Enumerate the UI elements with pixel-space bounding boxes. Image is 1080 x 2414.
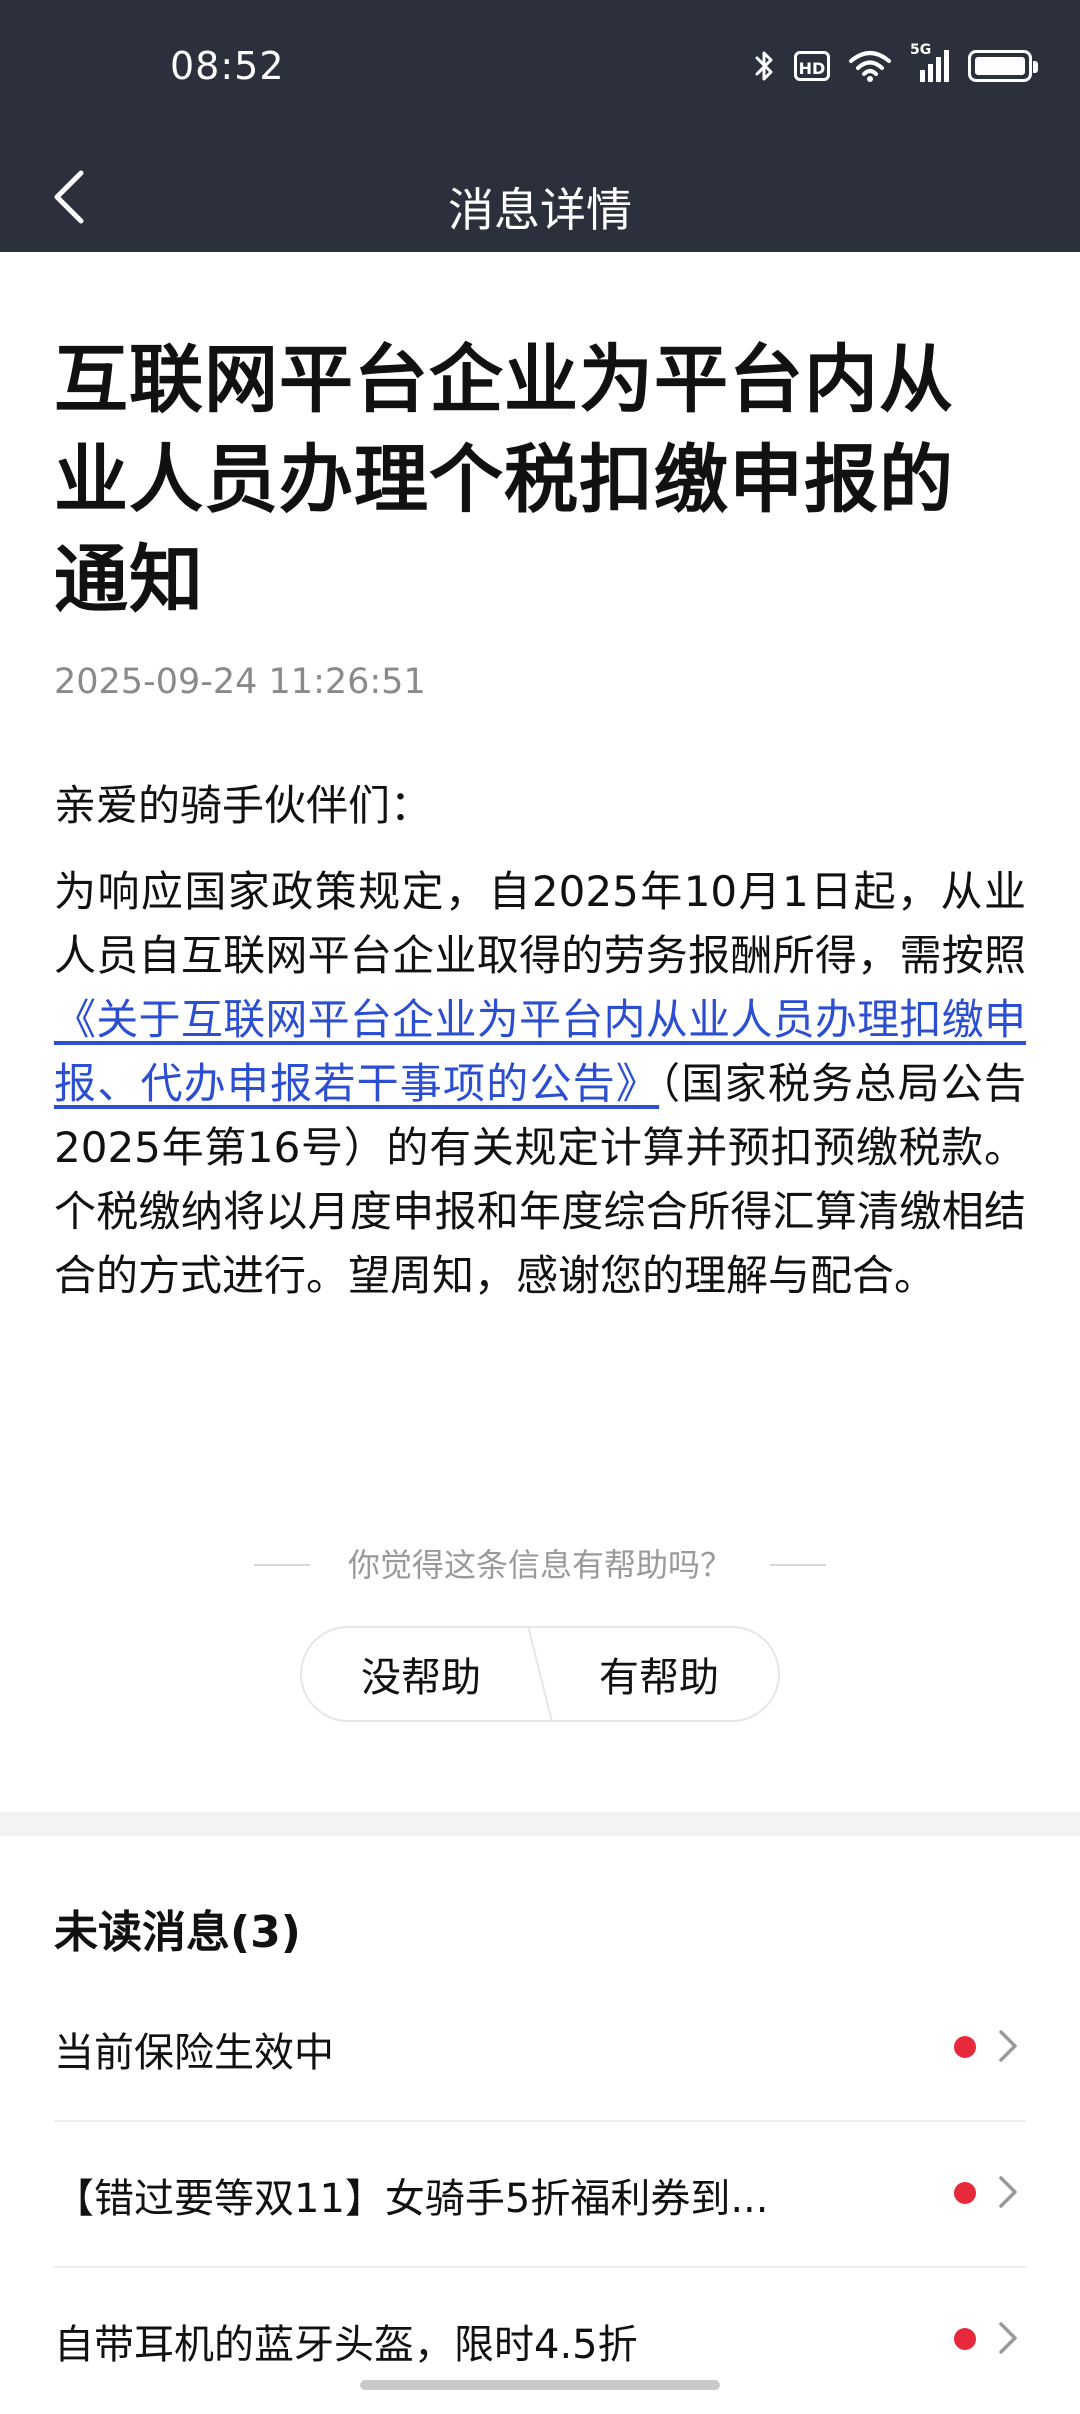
unread-message-text: 当前保险生效中	[54, 2030, 334, 2076]
nav-bar: 消息详情	[0, 140, 1080, 252]
article: 互联网平台企业为平台内从业人员办理个税扣缴申报的通知 2025-09-24 11…	[54, 330, 1026, 1308]
hd-icon: HD	[794, 51, 830, 81]
unread-dot-icon	[954, 2328, 976, 2350]
unread-title: 未读消息(3)	[54, 1907, 301, 1958]
article-date: 2025-09-24 11:26:51	[54, 662, 426, 702]
feedback-separator-slash	[527, 1626, 553, 1722]
top-bar: 08:52 HD 5G 消息详情	[0, 0, 1080, 252]
chevron-right-icon	[999, 2030, 1017, 2062]
article-title: 互联网平台企业为平台内从业人员办理个税扣缴申报的通知	[54, 337, 954, 623]
feedback-section: 你觉得这条信息有帮助吗？ 没帮助 有帮助	[0, 1540, 1080, 1760]
unread-dot-icon	[954, 2182, 976, 2204]
feedback-question: 你觉得这条信息有帮助吗？	[347, 1546, 732, 1584]
status-bar: 08:52 HD 5G	[0, 0, 1080, 140]
section-separator	[0, 1812, 1080, 1836]
bluetooth-icon	[755, 51, 773, 81]
wifi-icon	[849, 51, 891, 82]
helpful-button[interactable]: 有帮助	[540, 1626, 780, 1722]
article-body-start: 为响应国家政策规定，自2025年10月1日起，从业人员自互联网平台企业取得的劳务…	[54, 867, 1026, 980]
unread-message-item[interactable]: 【错过要等双11】女骑手5折福利券到...	[54, 2122, 1026, 2268]
signal-icon: 5G	[910, 42, 950, 84]
unread-message-item[interactable]: 自带耳机的蓝牙头盔，限时4.5折	[54, 2268, 1026, 2414]
home-indicator[interactable]	[360, 2380, 720, 2390]
unread-message-item[interactable]: 当前保险生效中	[54, 1976, 1026, 2122]
feedback-divider-right	[770, 1564, 826, 1566]
unread-dot-icon	[954, 2036, 976, 2058]
status-icons: HD 5G	[754, 42, 1038, 86]
status-time: 08:52	[170, 44, 285, 88]
article-body: 为响应国家政策规定，自2025年10月1日起，从业人员自互联网平台企业取得的劳务…	[54, 860, 1026, 1308]
chevron-right-icon	[999, 2322, 1017, 2354]
not-helpful-button[interactable]: 没帮助	[300, 1626, 540, 1722]
feedback-buttons: 没帮助 有帮助	[300, 1626, 780, 1722]
unread-message-text: 自带耳机的蓝牙头盔，限时4.5折	[54, 2322, 638, 2368]
battery-icon	[968, 50, 1038, 82]
chevron-right-icon	[999, 2176, 1017, 2208]
article-greeting: 亲爱的骑手伙伴们：	[54, 781, 433, 830]
unread-message-text: 【错过要等双11】女骑手5折福利券到...	[54, 2176, 769, 2222]
page-title: 消息详情	[448, 183, 632, 237]
